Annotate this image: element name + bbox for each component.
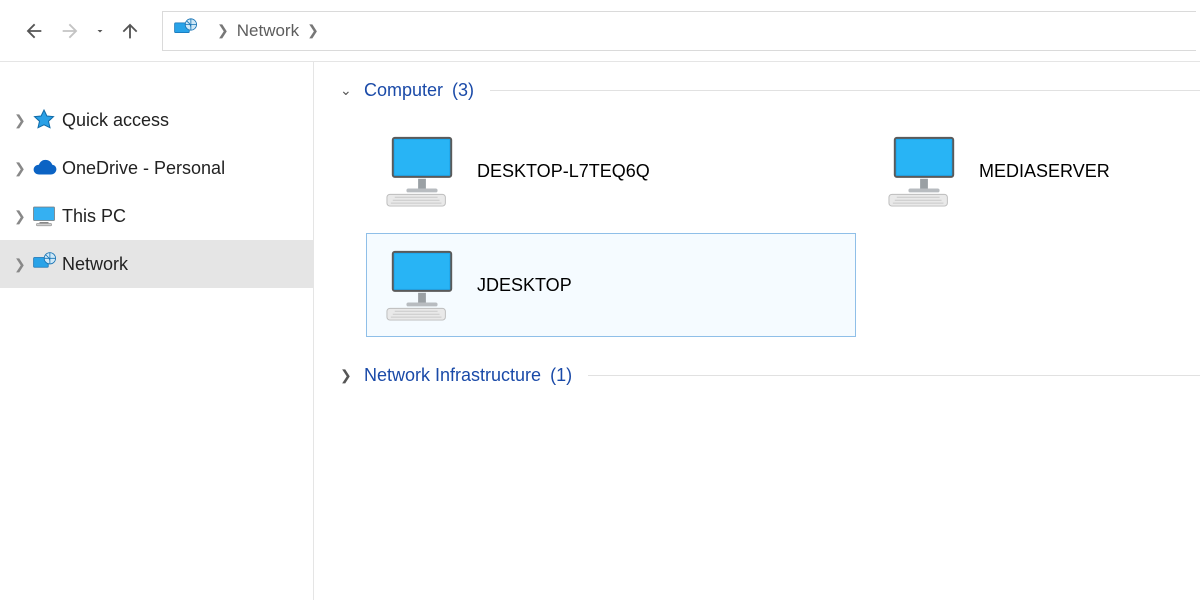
computer-icon xyxy=(381,134,463,208)
sidebar-item-quick-access[interactable]: ❯ Quick access xyxy=(0,96,313,144)
nav-recent-dropdown[interactable] xyxy=(88,13,112,49)
network-icon xyxy=(32,251,62,277)
chevron-right-icon: ❯ xyxy=(307,22,319,39)
sidebar-item-label: This PC xyxy=(62,206,126,227)
computer-icon xyxy=(883,134,965,208)
sidebar-item-label: OneDrive - Personal xyxy=(62,158,225,179)
chevron-right-icon: ❯ xyxy=(14,112,32,129)
nav-up-button[interactable] xyxy=(112,13,148,49)
chevron-right-icon: ❯ xyxy=(217,22,229,39)
sidebar-item-onedrive[interactable]: ❯ OneDrive - Personal xyxy=(0,144,313,192)
group-count: (3) xyxy=(452,80,474,100)
chevron-right-icon: ❯ xyxy=(14,208,32,225)
navigation-pane: ❯ Quick access ❯ OneDrive - Personal ❯ xyxy=(0,62,314,600)
breadcrumb-location[interactable]: Network xyxy=(237,21,299,41)
group-count: (1) xyxy=(550,365,572,385)
computer-name: MEDIASERVER xyxy=(979,161,1110,182)
chevron-right-icon: ❯ xyxy=(340,367,358,384)
network-location-icon xyxy=(173,18,199,44)
group-title: Computer xyxy=(364,80,443,100)
computer-items: DESKTOP-L7TEQ6Q MEDIASERVER xyxy=(340,119,1200,337)
group-header-computer[interactable]: ⌄ Computer (3) xyxy=(340,80,1200,101)
divider xyxy=(588,375,1200,376)
nav-forward-button[interactable] xyxy=(52,13,88,49)
network-computer-item[interactable]: MEDIASERVER xyxy=(868,119,1198,223)
sidebar-item-network[interactable]: ❯ Network xyxy=(0,240,313,288)
address-bar[interactable]: ❯ Network ❯ xyxy=(162,11,1196,51)
chevron-down-icon: ⌄ xyxy=(340,82,358,99)
divider xyxy=(490,90,1200,91)
network-computer-item[interactable]: DESKTOP-L7TEQ6Q xyxy=(366,119,856,223)
nav-back-button[interactable] xyxy=(16,13,52,49)
chevron-right-icon: ❯ xyxy=(14,256,32,273)
computer-name: DESKTOP-L7TEQ6Q xyxy=(477,161,650,182)
onedrive-icon xyxy=(32,155,62,181)
network-computer-item[interactable]: JDESKTOP xyxy=(366,233,856,337)
sidebar-item-label: Network xyxy=(62,254,128,275)
this-pc-icon xyxy=(32,204,62,228)
group-title: Network Infrastructure xyxy=(364,365,541,385)
sidebar-item-label: Quick access xyxy=(62,110,169,131)
sidebar-item-this-pc[interactable]: ❯ This PC xyxy=(0,192,313,240)
quick-access-icon xyxy=(32,108,62,132)
chevron-right-icon: ❯ xyxy=(14,160,32,177)
computer-icon xyxy=(381,248,463,322)
group-header-network-infrastructure[interactable]: ❯ Network Infrastructure (1) xyxy=(340,365,1200,386)
toolbar: ❯ Network ❯ xyxy=(0,0,1200,62)
content-pane: ⌄ Computer (3) DES xyxy=(314,62,1200,600)
computer-name: JDESKTOP xyxy=(477,275,572,296)
